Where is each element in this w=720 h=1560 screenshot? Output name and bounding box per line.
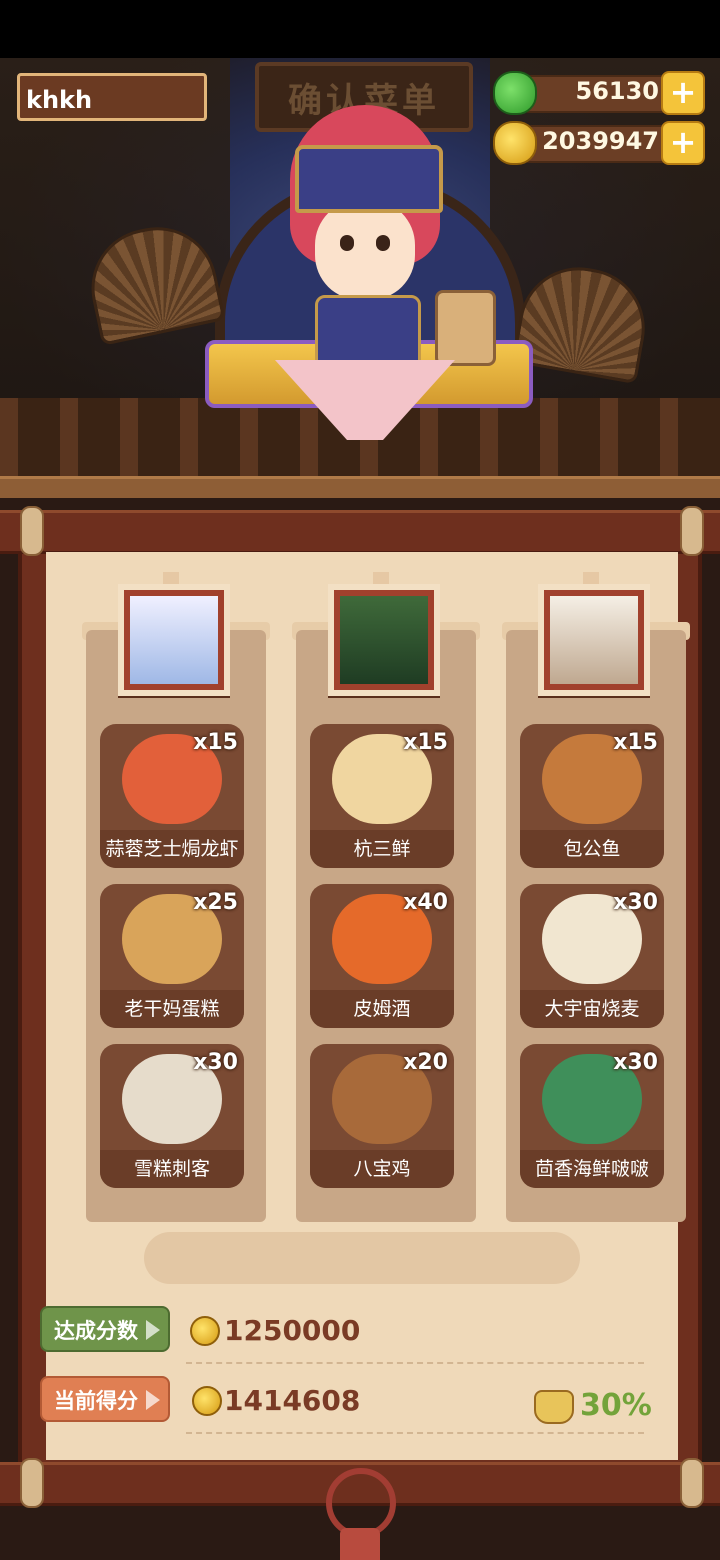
dish-name: 皮姆酒 <box>310 990 454 1028</box>
current-score-tag: 当前得分 <box>40 1376 170 1422</box>
current-score-value: 1414608 <box>224 1384 361 1417</box>
chef-body <box>315 295 421 371</box>
jade-coin-icon <box>493 71 537 115</box>
dish-quantity: x15 <box>613 730 658 755</box>
dish-card[interactable]: x30 茴香海鲜啵啵 <box>520 1044 664 1188</box>
scroll-rod-top <box>0 510 720 554</box>
dish-card[interactable]: x20 八宝鸡 <box>310 1044 454 1188</box>
chef-eye-left <box>340 235 354 251</box>
player-name[interactable]: khkh <box>17 73 207 121</box>
bonus-icon <box>534 1390 574 1424</box>
dish-card[interactable]: x15 蒜蓉芝士焗龙虾 <box>100 724 244 868</box>
rod-end-top-left <box>20 506 44 556</box>
add-jade-button[interactable]: + <box>661 71 705 115</box>
dish-quantity: x15 <box>403 730 448 755</box>
dish-card[interactable]: x15 包公鱼 <box>520 724 664 868</box>
chef-hat <box>295 145 443 213</box>
divider <box>186 1432 644 1434</box>
gold-coin-icon <box>192 1386 222 1416</box>
jade-currency: 56130 + <box>493 71 713 115</box>
current-score-label: 当前得分 <box>54 1389 138 1413</box>
rod-end-top-right <box>680 506 704 556</box>
dish-name: 茴香海鲜啵啵 <box>520 1150 664 1188</box>
avatar-portrait <box>550 596 638 684</box>
jade-value: 56130 <box>575 77 660 105</box>
dish-quantity: x20 <box>403 1050 448 1075</box>
dish-name: 包公鱼 <box>520 830 664 868</box>
add-gold-button[interactable]: + <box>661 121 705 165</box>
tassel-decoration <box>340 1528 380 1560</box>
dish-quantity: x30 <box>193 1050 238 1075</box>
avatar-portrait <box>340 596 428 684</box>
gold-currency: 2039947 + <box>493 121 713 165</box>
dish-name: 老干妈蛋糕 <box>100 990 244 1028</box>
bonus-percent: 30% <box>580 1388 652 1423</box>
rod-end-bottom-right <box>680 1458 704 1508</box>
dish-quantity: x25 <box>193 890 238 915</box>
railing-top <box>0 476 720 498</box>
customer-avatar-1[interactable] <box>118 584 230 696</box>
dish-card[interactable]: x40 皮姆酒 <box>310 884 454 1028</box>
gold-coin-icon <box>190 1316 220 1346</box>
target-score-tag: 达成分数 <box>40 1306 170 1352</box>
dish-card[interactable]: x25 老干妈蛋糕 <box>100 884 244 1028</box>
dish-quantity: x30 <box>613 890 658 915</box>
dish-quantity: x40 <box>403 890 448 915</box>
status-bar <box>0 0 720 58</box>
customer-avatar-2[interactable] <box>328 584 440 696</box>
gold-coin-icon <box>493 121 537 165</box>
dish-quantity: x15 <box>193 730 238 755</box>
dish-name: 杭三鲜 <box>310 830 454 868</box>
dish-card[interactable]: x15 杭三鲜 <box>310 724 454 868</box>
avatar-portrait <box>130 596 218 684</box>
gold-value: 2039947 <box>542 127 659 155</box>
chef-eye-right <box>376 235 390 251</box>
progress-track <box>144 1232 580 1284</box>
chef-character[interactable] <box>280 105 450 371</box>
dish-card[interactable]: x30 大宇宙烧麦 <box>520 884 664 1028</box>
chef-face <box>315 200 415 300</box>
arrow-right-icon <box>146 1320 160 1340</box>
dish-card[interactable]: x30 雪糕刺客 <box>100 1044 244 1188</box>
target-score-label: 达成分数 <box>54 1319 138 1343</box>
dish-quantity: x30 <box>613 1050 658 1075</box>
dish-name: 雪糕刺客 <box>100 1150 244 1188</box>
dish-name: 大宇宙烧麦 <box>520 990 664 1028</box>
dish-name: 八宝鸡 <box>310 1150 454 1188</box>
dish-name: 蒜蓉芝士焗龙虾 <box>100 830 244 868</box>
divider <box>186 1362 644 1364</box>
arrow-right-icon <box>146 1390 160 1410</box>
target-score-value: 1250000 <box>224 1314 361 1347</box>
customer-avatar-3[interactable] <box>538 584 650 696</box>
rod-end-bottom-left <box>20 1458 44 1508</box>
